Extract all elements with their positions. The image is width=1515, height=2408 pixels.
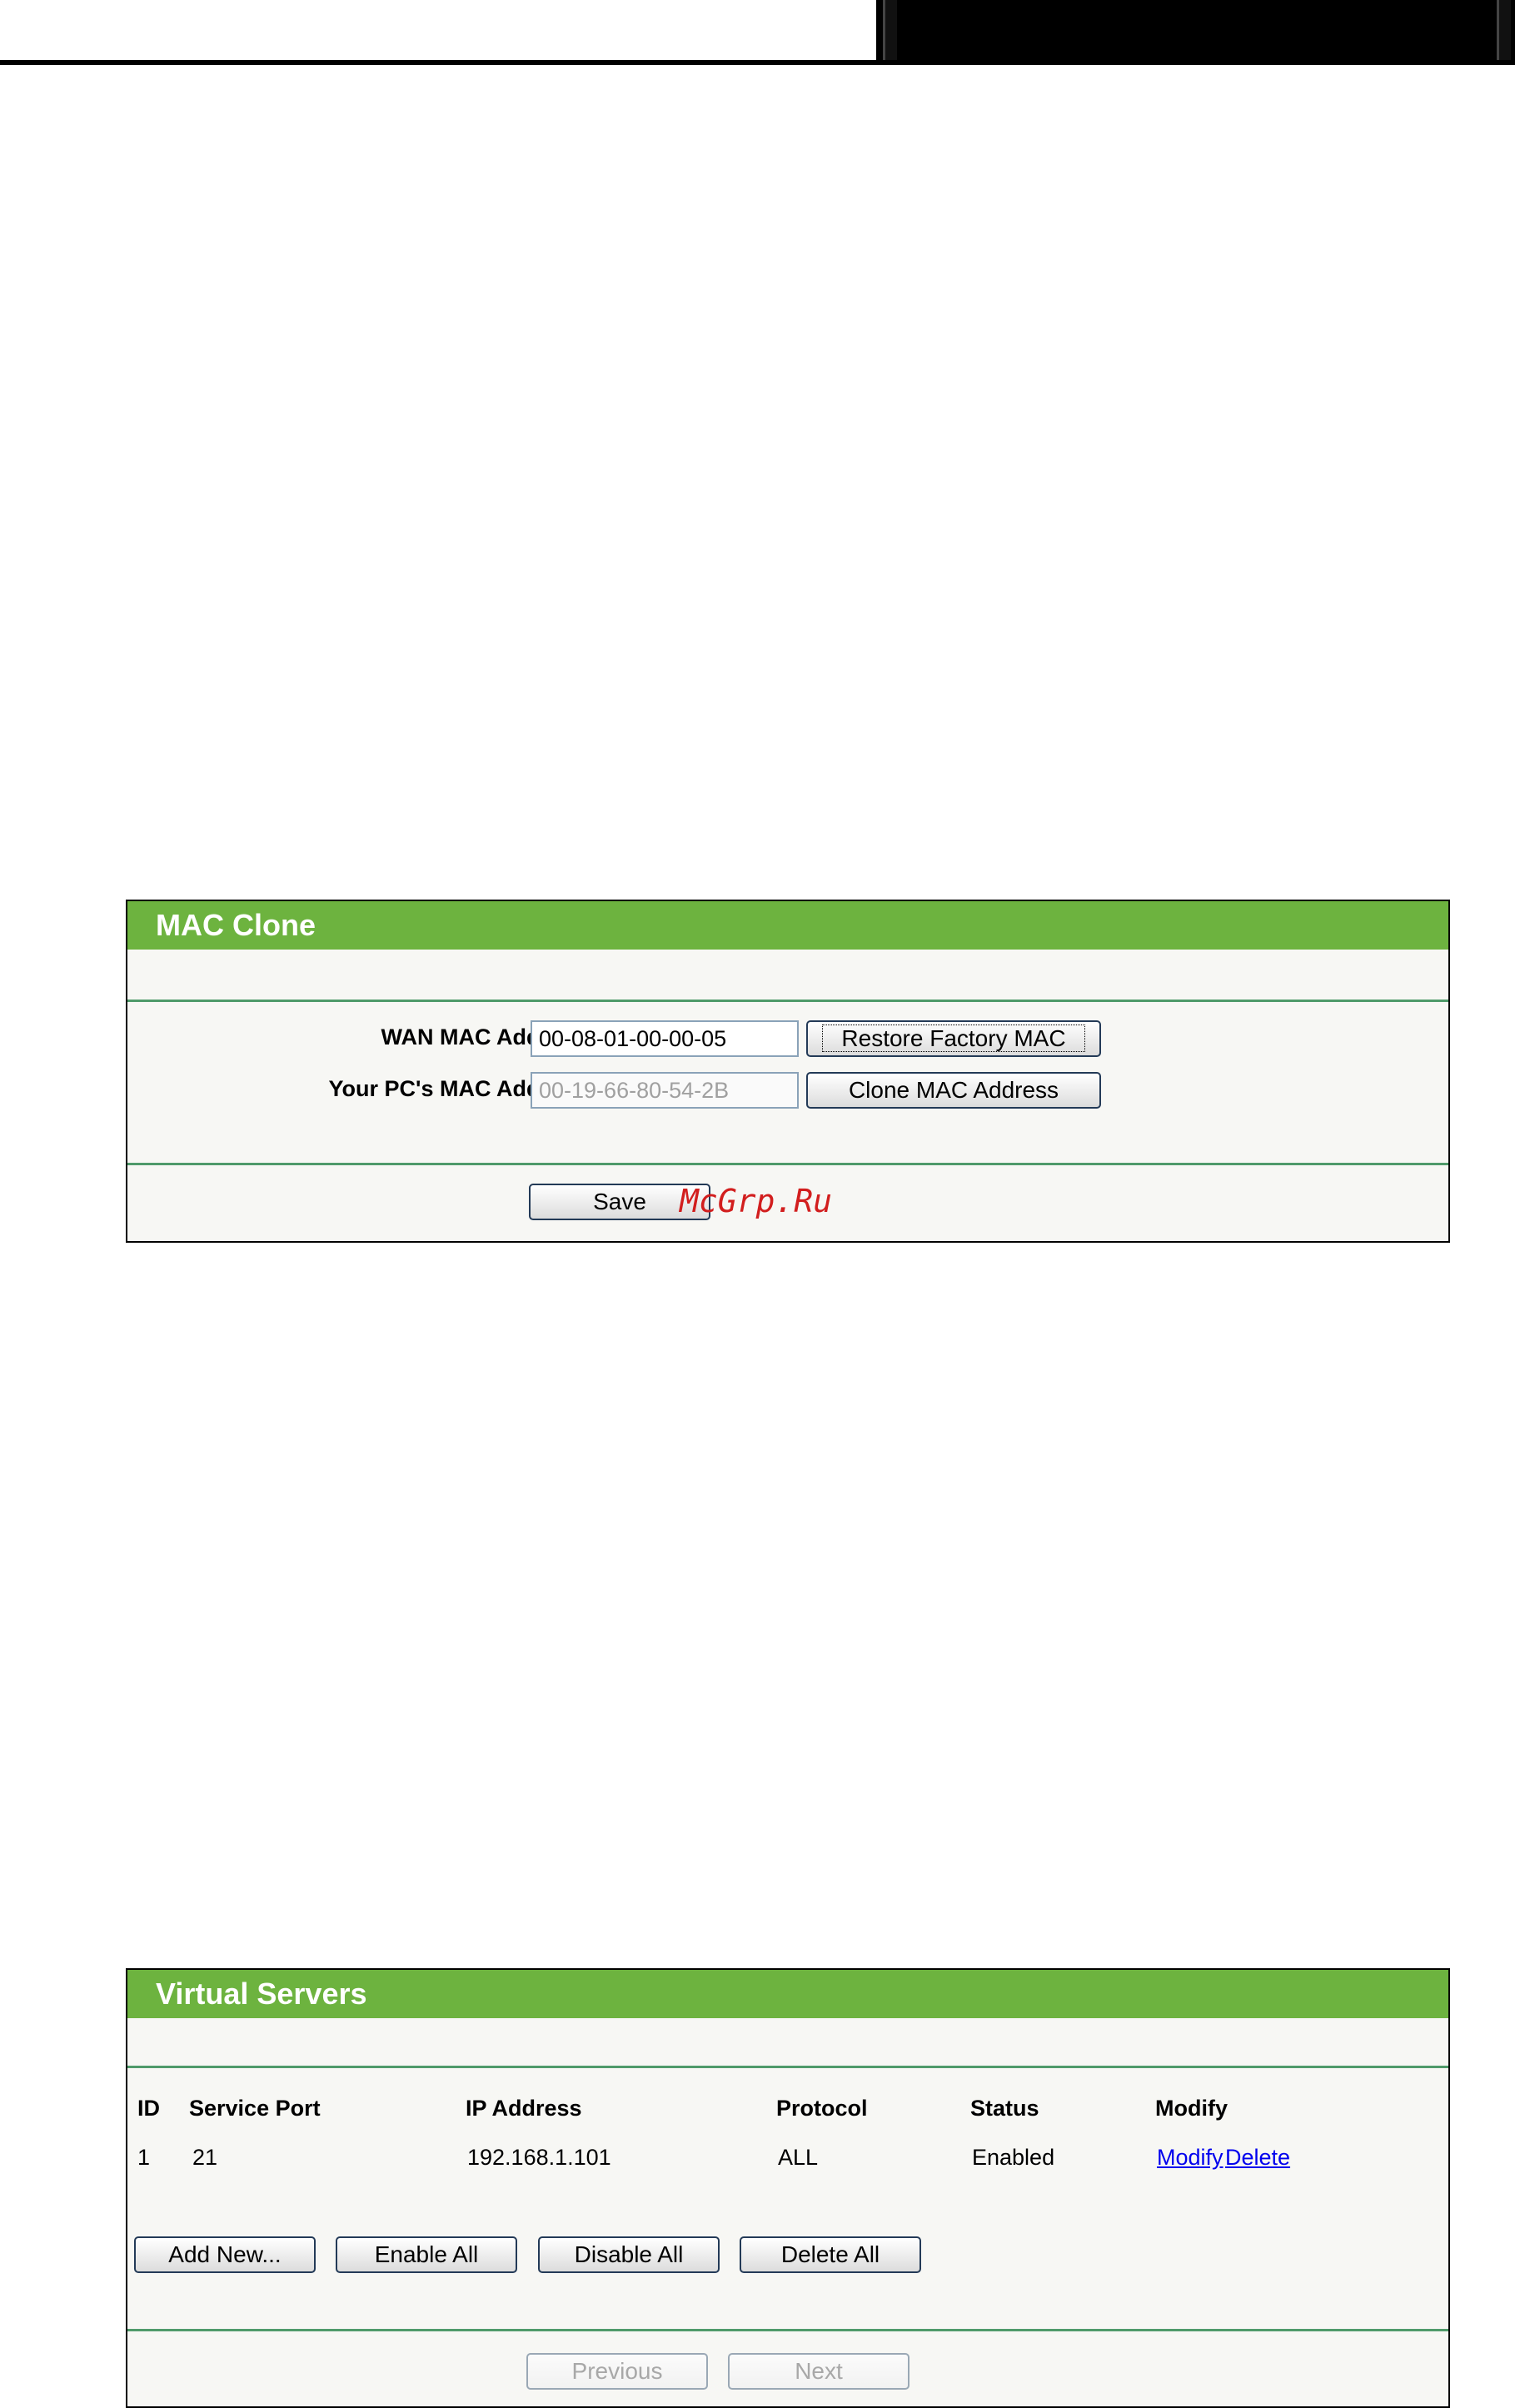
previous-button[interactable]: Previous	[526, 2353, 708, 2390]
header-edge-left	[883, 0, 897, 62]
col-header-id: ID	[137, 2096, 160, 2121]
virtual-servers-title: Virtual Servers	[127, 1970, 1448, 2018]
delete-all-button[interactable]: Delete All	[740, 2236, 921, 2273]
col-header-ip-address: IP Address	[466, 2096, 582, 2121]
add-new-button[interactable]: Add New...	[134, 2236, 316, 2273]
enable-all-button[interactable]: Enable All	[336, 2236, 517, 2273]
row-delete-link[interactable]: Delete	[1225, 2145, 1290, 2171]
virtual-servers-bottom-divider	[127, 2329, 1448, 2331]
restore-factory-mac-label: Restore Factory MAC	[822, 1025, 1085, 1052]
restore-factory-mac-button[interactable]: Restore Factory MAC	[806, 1020, 1101, 1057]
row-modify-link[interactable]: Modify	[1157, 2145, 1223, 2171]
next-button[interactable]: Next	[728, 2353, 909, 2390]
pc-mac-input[interactable]: 00-19-66-80-54-2B	[531, 1072, 799, 1109]
watermark-text: McGrp.Ru	[680, 1183, 833, 1219]
mac-clone-top-divider	[127, 1000, 1448, 1002]
row-service-port: 21	[192, 2145, 218, 2170]
header-rule	[0, 60, 1515, 65]
virtual-servers-panel: Virtual Servers ID Service Port IP Addre…	[126, 1968, 1450, 2408]
mac-clone-panel: MAC Clone WAN MAC Address: 00-08-01-00-0…	[126, 900, 1450, 1243]
disable-all-button[interactable]: Disable All	[538, 2236, 720, 2273]
col-header-status: Status	[970, 2096, 1039, 2121]
row-status: Enabled	[972, 2145, 1055, 2170]
virtual-servers-top-divider	[127, 2066, 1448, 2068]
clone-mac-address-button[interactable]: Clone MAC Address	[806, 1072, 1101, 1109]
mac-clone-title: MAC Clone	[127, 901, 1448, 950]
row-id: 1	[137, 2145, 151, 2170]
wan-mac-input[interactable]: 00-08-01-00-00-05	[531, 1020, 799, 1057]
col-header-service-port: Service Port	[189, 2096, 321, 2121]
col-header-protocol: Protocol	[776, 2096, 868, 2121]
mac-clone-bottom-divider	[127, 1163, 1448, 1165]
row-ip-address: 192.168.1.101	[467, 2145, 611, 2170]
row-protocol: ALL	[778, 2145, 819, 2170]
header-dark-block	[876, 0, 1515, 63]
header-edge-right	[1497, 0, 1511, 62]
col-header-modify: Modify	[1155, 2096, 1228, 2121]
